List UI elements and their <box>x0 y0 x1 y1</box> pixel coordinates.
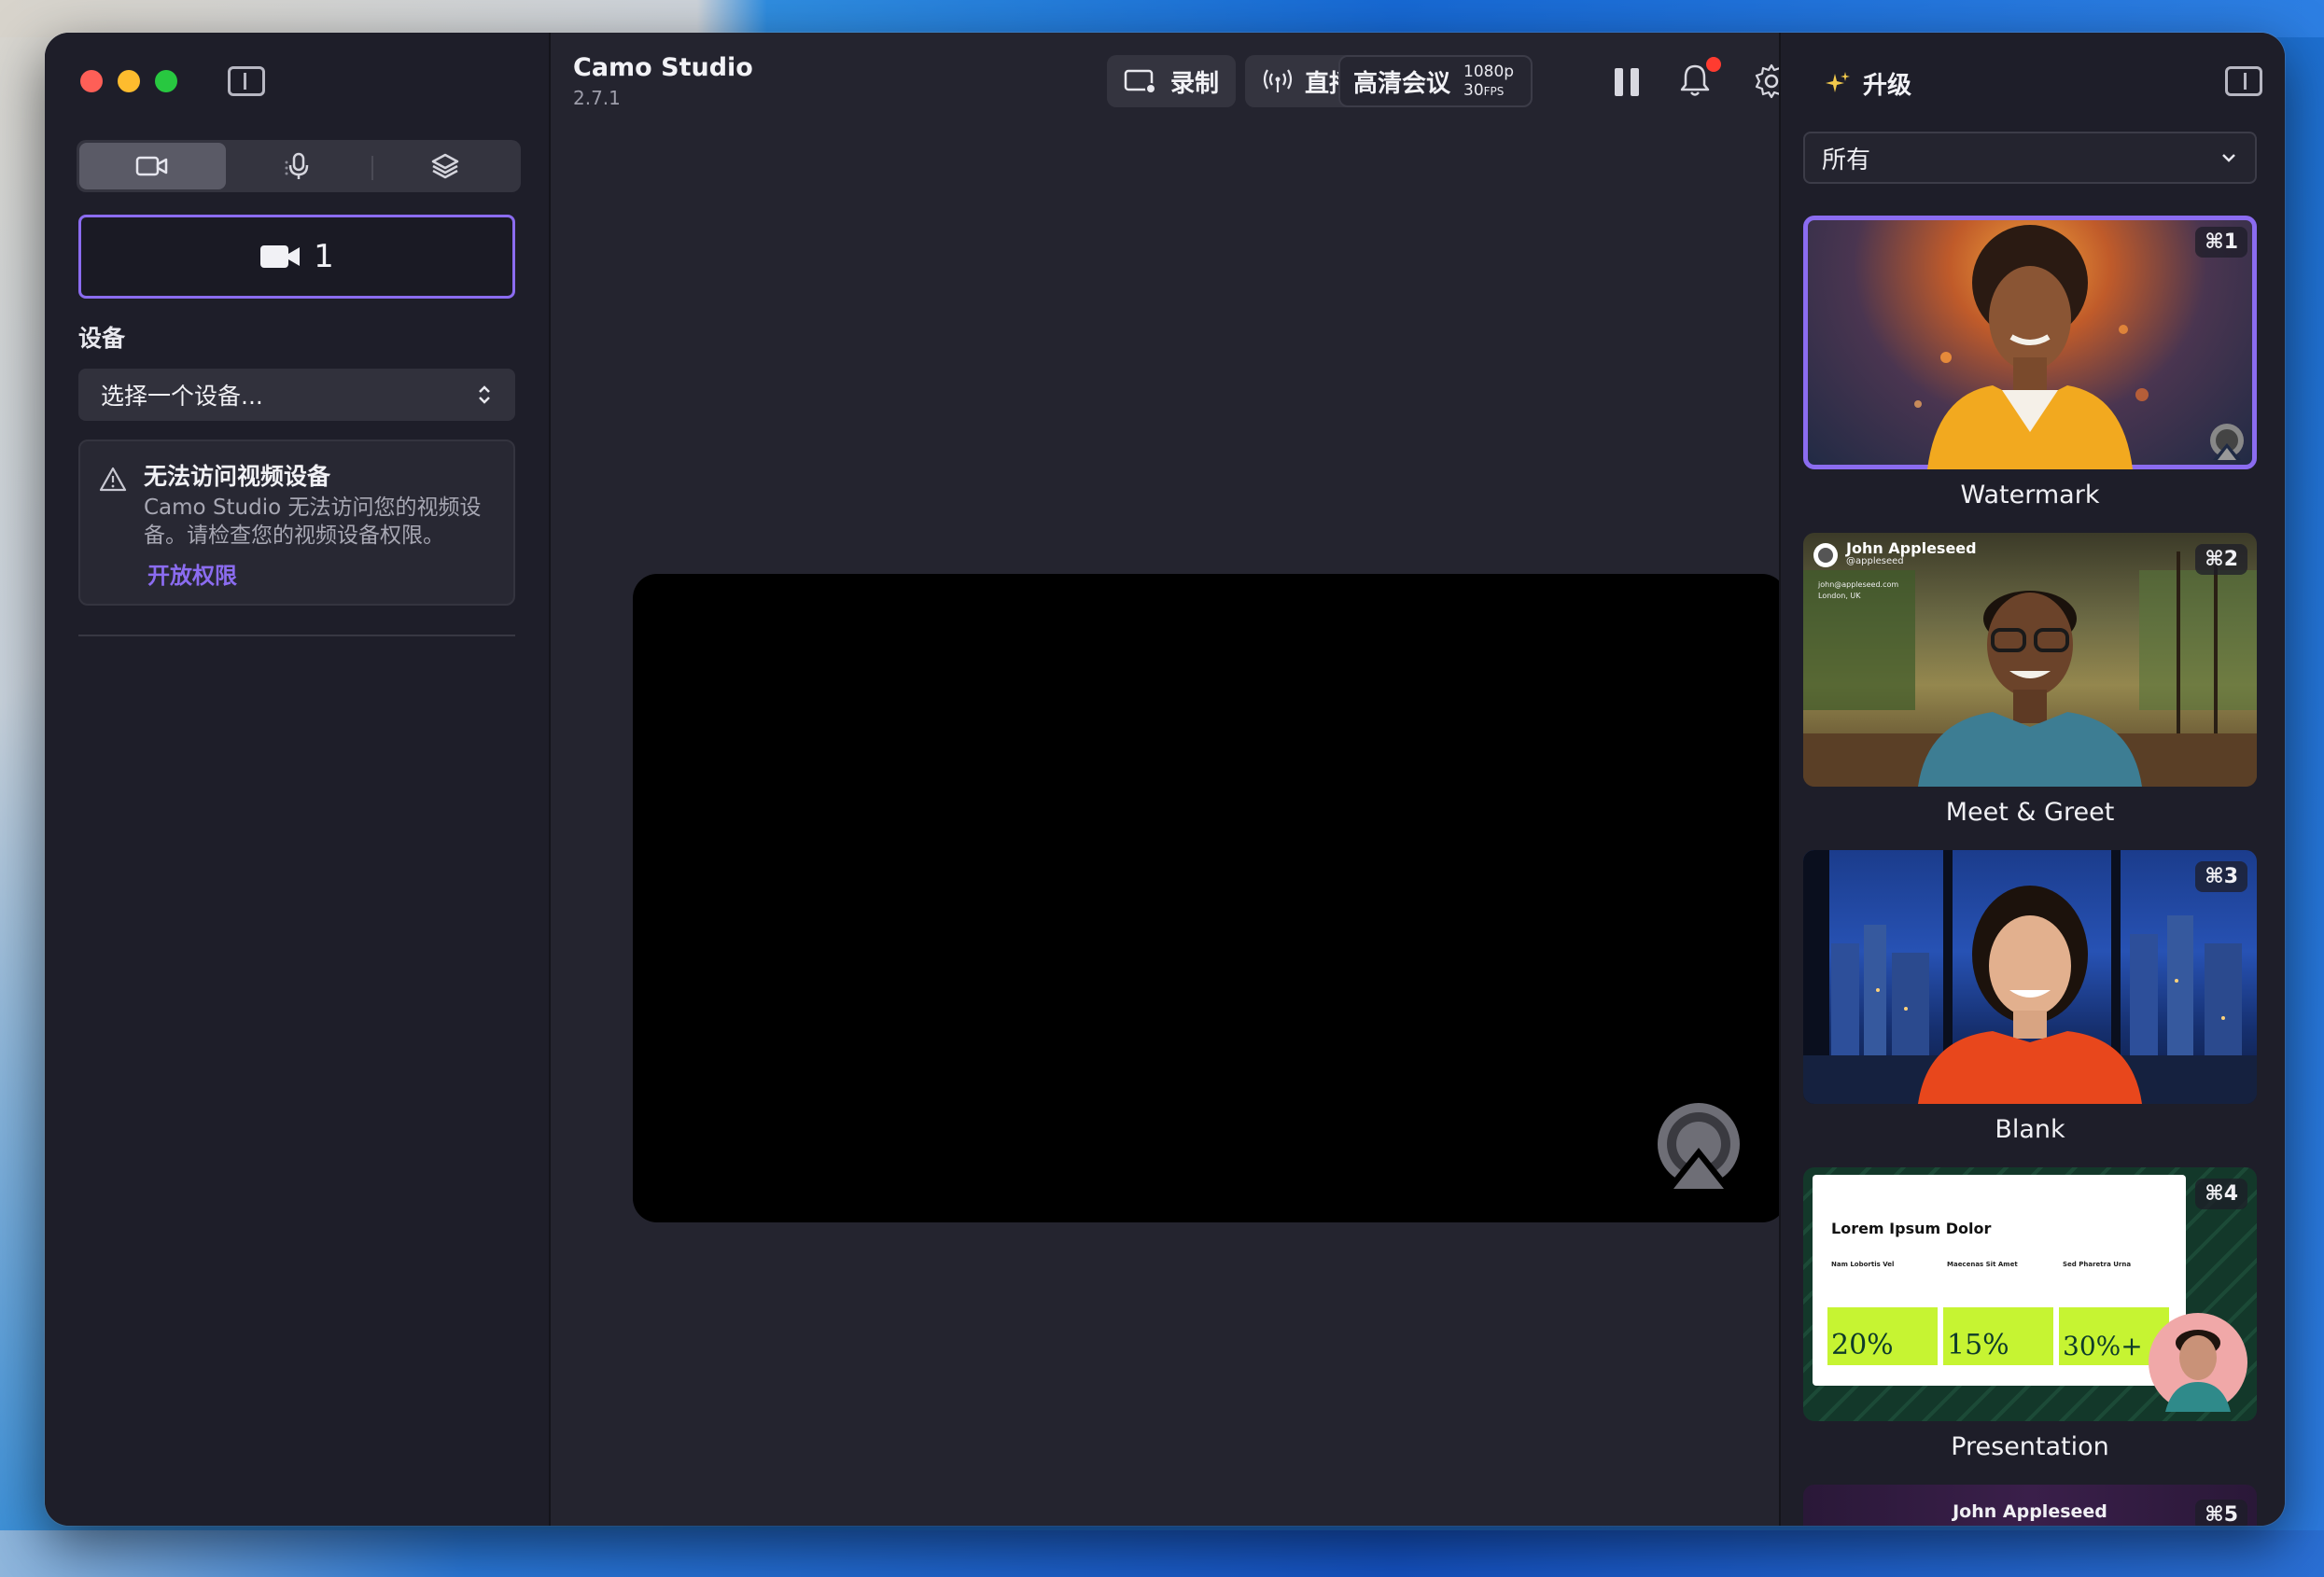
right-panel-toggle-icon[interactable] <box>2225 66 2262 96</box>
fps-unit: FPS <box>1483 84 1505 98</box>
notification-badge <box>1706 57 1721 72</box>
overlay-details: john@appleseed.com London, UK <box>1818 579 1898 602</box>
presentation-slide: Lorem Ipsum Dolor Nam Lobortis Vel Maece… <box>1813 1175 2186 1386</box>
scene-thumbnail[interactable]: ⌘3 <box>1803 850 2257 1104</box>
overlay-location: London, UK <box>1818 592 1861 600</box>
tab-video[interactable] <box>79 143 226 189</box>
device-access-warning: 无法访问视频设备 Camo Studio 无法访问您的视频设备。请检查您的视频设… <box>78 440 515 606</box>
fps-readout: 30FPS <box>1463 81 1514 101</box>
scene-card-presentation[interactable]: Lorem Ipsum Dolor Nam Lobortis Vel Maece… <box>1803 1167 2257 1461</box>
scene-thumbnail[interactable]: Lorem Ipsum Dolor Nam Lobortis Vel Maece… <box>1803 1167 2257 1421</box>
shortcut-badge: ⌘3 <box>2195 861 2247 892</box>
overlay-name: John Appleseed <box>1846 539 1977 557</box>
profile-overlay: John Appleseed @appleseed <box>1813 539 1977 568</box>
camo-avatar-icon <box>1813 543 1838 567</box>
slide-stat-2: 15% <box>1943 1307 2053 1365</box>
pause-icon[interactable] <box>1615 68 1639 96</box>
shortcut-badge: ⌘5 <box>2195 1500 2247 1526</box>
upgrade-button[interactable]: 升级 <box>1824 66 1911 101</box>
scene-filter-value: 所有 <box>1822 146 1871 174</box>
overlay-name: John Appleseed <box>1953 1501 2107 1522</box>
warning-icon <box>99 467 127 492</box>
presenter-bubble <box>2149 1313 2247 1412</box>
scene-filter-select[interactable]: 所有 <box>1803 132 2257 184</box>
scene-name: Blank <box>1995 1115 2065 1144</box>
layers-icon <box>431 153 458 179</box>
close-window-button[interactable] <box>80 70 103 92</box>
camo-logo-icon <box>1658 1103 1740 1191</box>
open-permissions-link[interactable]: 开放权限 <box>147 557 237 590</box>
camo-watermark-icon <box>2210 424 2244 460</box>
resolution-fps-readout: 1080p 30FPS <box>1463 63 1514 101</box>
shortcut-badge: ⌘2 <box>2195 544 2247 575</box>
device-section-label: 设备 <box>78 325 126 352</box>
record-screen-icon <box>1124 69 1156 94</box>
video-camera-icon <box>136 156 168 176</box>
scene-thumbnail[interactable]: John Appleseed @appleseed john@appleseed… <box>1803 533 2257 787</box>
scene-card-blank[interactable]: ⌘3 Blank <box>1803 850 2257 1144</box>
sidebar-divider <box>78 635 515 636</box>
scene-card-watermark[interactable]: ⌘1 Watermark <box>1803 216 2257 509</box>
chevron-up-down-icon <box>479 385 490 404</box>
device-select-value: 选择一个设备... <box>101 383 263 410</box>
slide-col-3: Sed Pharetra Urna <box>2063 1261 2132 1268</box>
upgrade-label: 升级 <box>1863 72 1912 100</box>
scene-thumbnail[interactable]: ⌘1 <box>1803 216 2257 469</box>
warning-message: Camo Studio 无法访问您的视频设备。请检查您的视频设备权限。 <box>144 495 482 548</box>
tab-audio[interactable] <box>226 143 372 189</box>
slide-title: Lorem Ipsum Dolor <box>1831 1220 1992 1237</box>
minimize-window-button[interactable] <box>118 70 140 92</box>
camo-studio-window: 1 设备 选择一个设备... 无法访问视频设备 Camo Studio 无法访问… <box>45 33 2285 1526</box>
fps-value: 30 <box>1463 80 1484 100</box>
record-label: 录制 <box>1170 69 1220 98</box>
app-version: 2.7.1 <box>573 87 621 109</box>
video-camera-icon <box>260 245 301 268</box>
resolution-value: 1080p <box>1463 62 1515 81</box>
scene-name: Presentation <box>1951 1432 2109 1461</box>
window-controls <box>80 70 177 92</box>
scene-name: Watermark <box>1960 481 2100 509</box>
quality-preset-button[interactable]: 高清会议 1080p 30FPS <box>1338 55 1533 107</box>
microphone-icon <box>285 152 309 179</box>
desktop-wallpaper-top <box>0 0 2324 37</box>
quality-label: 高清会议 <box>1353 69 1451 98</box>
app-title: Camo Studio <box>573 53 753 82</box>
person-portrait <box>1918 886 2142 1104</box>
source-type-segmented-control <box>77 140 521 192</box>
broadcast-icon <box>1263 69 1293 92</box>
slide-stat-1: 20% <box>1827 1307 1938 1365</box>
sidebar-toggle-icon[interactable] <box>228 66 265 96</box>
main-preview-area: Camo Studio 2.7.1 录制 直播 高清会议 1080p 30FPS <box>551 33 1788 1526</box>
shortcut-badge: ⌘4 <box>2195 1179 2247 1209</box>
overlay-handle: @appleseed <box>1846 556 1904 566</box>
shortcut-badge: ⌘1 <box>2195 227 2247 258</box>
warning-title: 无法访问视频设备 <box>144 463 331 490</box>
desktop-wallpaper-bottom <box>0 1530 2324 1577</box>
scene-name: Meet & Greet <box>1945 798 2115 827</box>
camera-slot-button[interactable]: 1 <box>78 215 515 299</box>
camera-slot-number: 1 <box>314 238 334 275</box>
slide-col-1: Nam Lobortis Vel <box>1831 1261 1895 1268</box>
scene-card-meet-greet[interactable]: John Appleseed @appleseed john@appleseed… <box>1803 533 2257 827</box>
record-button[interactable]: 录制 <box>1107 55 1237 107</box>
person-portrait <box>1914 225 2149 469</box>
chevron-down-icon <box>2222 154 2235 162</box>
overlay-email: john@appleseed.com <box>1818 580 1899 589</box>
device-select[interactable]: 选择一个设备... <box>78 369 515 421</box>
scene-thumbnail[interactable]: John Appleseed ⌘5 <box>1803 1485 2257 1526</box>
person-portrait <box>1918 591 2142 787</box>
video-preview[interactable] <box>633 574 1786 1222</box>
slide-col-2: Maecenas Sit Amet <box>1947 1261 2018 1268</box>
scenes-panel: 升级 所有 ⌘1 Watermark John Appleseed @apple… <box>1779 33 2285 1526</box>
tab-layers[interactable] <box>371 143 518 189</box>
sparkles-icon <box>1826 71 1850 92</box>
scene-card-5[interactable]: John Appleseed ⌘5 <box>1803 1485 2257 1526</box>
left-sidebar: 1 设备 选择一个设备... 无法访问视频设备 Camo Studio 无法访问… <box>45 33 551 1526</box>
zoom-window-button[interactable] <box>155 70 177 92</box>
